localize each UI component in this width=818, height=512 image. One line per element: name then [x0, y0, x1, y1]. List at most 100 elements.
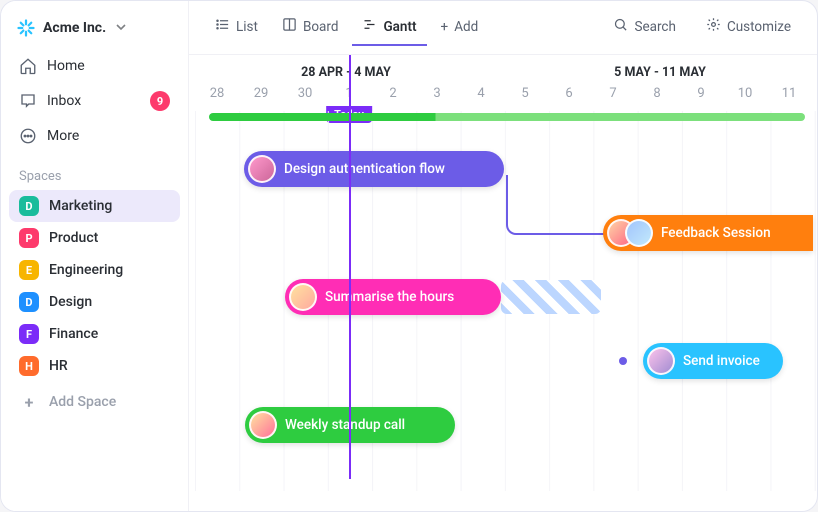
- space-label: Engineering: [49, 262, 123, 278]
- avatar: [625, 219, 653, 247]
- more-icon: [19, 127, 37, 145]
- tab-gantt[interactable]: Gantt: [352, 9, 426, 46]
- nav-inbox-label: Inbox: [47, 93, 81, 109]
- tab-board[interactable]: Board: [272, 9, 349, 46]
- main-area: List Board Gantt + Add Search: [189, 1, 817, 511]
- day-headers: 2829301Today234567891011: [189, 86, 817, 111]
- space-label: Marketing: [49, 198, 112, 214]
- board-icon: [282, 17, 297, 36]
- space-item-product[interactable]: P Product: [9, 222, 180, 254]
- nav-home[interactable]: Home: [9, 49, 180, 83]
- gantt-row: Summarise the hours: [189, 279, 817, 339]
- tab-board-label: Board: [303, 19, 339, 35]
- nav-more-label: More: [47, 128, 79, 144]
- task-label: Summarise the hours: [325, 289, 454, 305]
- customize-button[interactable]: Customize: [696, 9, 801, 46]
- tab-list-label: List: [236, 19, 258, 35]
- day-header: 30: [283, 86, 327, 101]
- view-tabs: List Board Gantt + Add Search: [189, 1, 817, 55]
- space-label: Product: [49, 230, 98, 246]
- gantt-row: Design authentication flow: [189, 151, 817, 211]
- day-header: 2: [371, 86, 415, 101]
- space-item-hr[interactable]: H HR: [9, 350, 180, 382]
- add-space-label: Add Space: [49, 394, 116, 410]
- inbox-icon: [19, 92, 37, 110]
- space-item-marketing[interactable]: D Marketing: [9, 190, 180, 222]
- space-label: Design: [49, 294, 92, 310]
- space-chip: D: [19, 292, 39, 312]
- tab-list[interactable]: List: [205, 9, 268, 46]
- space-chip: P: [19, 228, 39, 248]
- customize-label: Customize: [727, 19, 791, 35]
- task-summarise-hours[interactable]: Summarise the hours: [285, 279, 501, 315]
- gear-icon: [706, 17, 721, 36]
- milestone-dot[interactable]: [619, 357, 627, 365]
- chevron-down-icon: [116, 20, 126, 36]
- gantt-row: Weekly standup call: [189, 407, 817, 467]
- tab-add-label: Add: [454, 19, 478, 35]
- space-chip: F: [19, 324, 39, 344]
- task-send-invoice[interactable]: Send invoice: [643, 343, 783, 379]
- gantt-icon: [362, 17, 377, 36]
- nav-home-label: Home: [47, 58, 85, 74]
- task-block: [501, 280, 601, 314]
- space-chip: D: [19, 196, 39, 216]
- task-label: Send invoice: [683, 353, 760, 369]
- day-header: 29: [239, 86, 283, 101]
- space-item-engineering[interactable]: E Engineering: [9, 254, 180, 286]
- nav-more[interactable]: More: [9, 119, 180, 153]
- day-header: 3: [415, 86, 459, 101]
- nav-section: Home Inbox 9 More: [9, 49, 180, 153]
- gantt-row: Feedback Session: [189, 215, 817, 275]
- search-label: Search: [634, 19, 675, 35]
- plus-icon: +: [19, 392, 39, 412]
- avatar: [249, 411, 277, 439]
- workspace-name: Acme Inc.: [43, 20, 106, 36]
- task-label: Feedback Session: [661, 225, 771, 241]
- home-icon: [19, 57, 37, 75]
- gantt-area: 28 APR - 4 MAY 5 MAY - 11 MAY 2829301Tod…: [189, 55, 817, 511]
- day-header: 11: [767, 86, 811, 101]
- search-button[interactable]: Search: [603, 9, 685, 46]
- avatar: [248, 155, 276, 183]
- task-design-authentication-flow[interactable]: Design authentication flow: [244, 151, 504, 187]
- sidebar: Acme Inc. Home Inbox 9: [1, 1, 189, 511]
- space-chip: H: [19, 356, 39, 376]
- space-chip: E: [19, 260, 39, 280]
- task-label: Design authentication flow: [284, 161, 445, 177]
- week-2-label: 5 MAY - 11 MAY: [503, 65, 817, 80]
- day-header: 8: [635, 86, 679, 101]
- nav-inbox[interactable]: Inbox 9: [9, 83, 180, 119]
- space-label: HR: [49, 358, 68, 374]
- gantt-canvas[interactable]: Design authentication flow Feedback Sess…: [189, 111, 817, 491]
- day-header: 9: [679, 86, 723, 101]
- task-feedback-session[interactable]: Feedback Session: [603, 215, 813, 251]
- app-frame: Acme Inc. Home Inbox 9: [0, 0, 818, 512]
- search-icon: [613, 17, 628, 36]
- add-space-button[interactable]: + Add Space: [9, 386, 180, 418]
- avatar: [647, 347, 675, 375]
- plus-icon: +: [441, 19, 449, 35]
- task-label: Weekly standup call: [285, 417, 405, 433]
- space-item-design[interactable]: D Design: [9, 286, 180, 318]
- today-line: [349, 55, 351, 479]
- week-headers: 28 APR - 4 MAY 5 MAY - 11 MAY: [189, 55, 817, 86]
- list-icon: [215, 17, 230, 36]
- day-header: 28: [195, 86, 239, 101]
- day-header: 5: [503, 86, 547, 101]
- workspace-logo-icon: [17, 19, 35, 37]
- spaces-heading: Spaces: [9, 153, 180, 190]
- space-item-finance[interactable]: F Finance: [9, 318, 180, 350]
- workspace-switcher[interactable]: Acme Inc.: [9, 13, 180, 43]
- day-header: 10: [723, 86, 767, 101]
- space-label: Finance: [49, 326, 98, 342]
- day-header: 4: [459, 86, 503, 101]
- week-1-label: 28 APR - 4 MAY: [189, 65, 503, 80]
- tab-gantt-label: Gantt: [383, 19, 416, 35]
- avatar: [289, 283, 317, 311]
- tab-add-view[interactable]: + Add: [431, 11, 489, 45]
- gantt-row: Send invoice: [189, 343, 817, 403]
- inbox-badge: 9: [150, 91, 170, 111]
- day-header: 7: [591, 86, 635, 101]
- overall-progress-bar: [209, 113, 805, 121]
